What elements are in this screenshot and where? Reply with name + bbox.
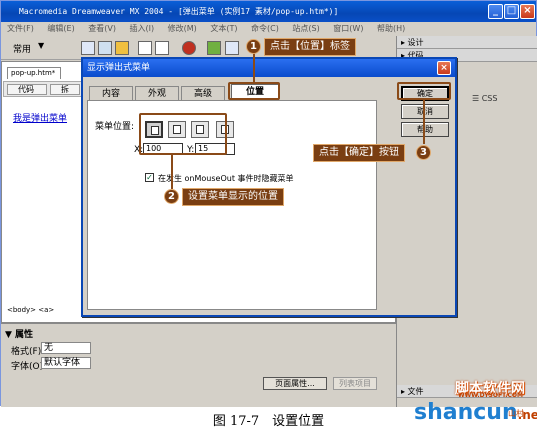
watermark-cn: 山村	[508, 409, 524, 418]
hyperlink-icon[interactable]	[81, 41, 95, 55]
tab-advanced[interactable]: 高级	[181, 86, 225, 101]
callout-1-line	[253, 52, 255, 82]
font-label: 字体(O)	[11, 362, 44, 372]
list-item-button[interactable]: 列表项目	[333, 377, 377, 390]
toolbar-category-select[interactable]: 常用	[13, 42, 31, 55]
position-fields-highlight	[139, 113, 227, 155]
popup-menu-link[interactable]: 我是弹出菜单	[13, 111, 67, 124]
media-icon[interactable]	[182, 41, 196, 55]
step-3-callout: 点击【确定】按钮	[313, 144, 405, 162]
font-select[interactable]: 默认字体	[41, 357, 91, 369]
maximize-button[interactable]: □	[504, 4, 519, 19]
position-tab-highlight	[228, 82, 280, 100]
page-properties-button[interactable]: 页面属性...	[263, 377, 327, 390]
hide-onmouseout-label: 在发生 onMouseOut 事件时隐藏菜单	[158, 174, 294, 183]
menu-commands[interactable]: 命令(C)	[251, 24, 279, 33]
menu-text[interactable]: 文本(T)	[210, 24, 237, 33]
menu-view[interactable]: 查看(V)	[88, 24, 116, 33]
step-1-badge: 1	[246, 39, 261, 54]
tab-appearance[interactable]: 外观	[135, 86, 179, 101]
css-panel-label[interactable]: ☰ CSS	[472, 94, 497, 103]
watermark-url: WWW.DYSOFT.COM	[458, 392, 523, 399]
anchor-icon[interactable]	[115, 41, 129, 55]
split-view-button[interactable]: 拆	[50, 84, 80, 95]
menu-bar: 文件(F) 编辑(E) 查看(V) 插入(I) 修改(M) 文本(T) 命令(C…	[1, 22, 536, 36]
dialog-title: 显示弹出式菜单	[83, 59, 455, 77]
document-toolbar: 代码 拆	[3, 81, 83, 97]
tag-selector[interactable]: <body> <a>	[7, 306, 54, 314]
menu-insert[interactable]: 插入(I)	[130, 24, 155, 33]
properties-panel: ▼ 属性 格式(F) 无 字体(O) 默认字体 页面属性... 列表项目	[1, 323, 396, 407]
minimize-button[interactable]: _	[488, 4, 503, 19]
date-icon[interactable]	[207, 41, 221, 55]
hide-onmouseout-checkbox[interactable]: ✓	[145, 173, 154, 182]
close-window-button[interactable]: ×	[520, 4, 535, 19]
email-icon[interactable]	[98, 41, 112, 55]
menu-edit[interactable]: 编辑(E)	[47, 24, 74, 33]
format-select[interactable]: 无	[41, 342, 91, 354]
step-1-callout: 点击【位置】标签	[264, 38, 356, 56]
format-label: 格式(F)	[11, 347, 42, 357]
properties-title[interactable]: ▼ 属性	[5, 327, 33, 340]
step-2-badge: 2	[164, 189, 179, 204]
comment-icon[interactable]	[225, 41, 239, 55]
layer-icon[interactable]	[155, 41, 169, 55]
window-title: Macromedia Dreamweaver MX 2004 - [弹出菜单 (…	[1, 1, 536, 22]
document-tab[interactable]: pop-up.htm*	[7, 67, 61, 79]
menu-window[interactable]: 窗口(W)	[333, 24, 363, 33]
menu-help[interactable]: 帮助(H)	[377, 24, 405, 33]
chevron-down-icon[interactable]: ▼	[38, 41, 44, 50]
help-button[interactable]: 帮助	[401, 122, 449, 137]
step-2-callout: 设置菜单显示的位置	[182, 188, 284, 206]
table-icon[interactable]	[138, 41, 152, 55]
ok-button-highlight	[397, 82, 451, 100]
menu-file[interactable]: 文件(F)	[7, 24, 34, 33]
callout-3-line	[423, 100, 425, 144]
callout-2-line	[171, 155, 173, 189]
watermark-site-name: shancun	[414, 400, 518, 425]
cancel-button[interactable]: 取消	[401, 104, 449, 119]
design-panel-header[interactable]: ▸ 设计	[397, 36, 537, 49]
menu-position-label: 菜单位置:	[95, 122, 135, 132]
tab-content[interactable]: 内容	[89, 86, 133, 101]
code-view-button[interactable]: 代码	[7, 84, 47, 95]
step-3-badge: 3	[416, 145, 431, 160]
dialog-close-button[interactable]: ×	[437, 61, 451, 75]
menu-site[interactable]: 站点(S)	[292, 24, 319, 33]
menu-modify[interactable]: 修改(M)	[168, 24, 197, 33]
